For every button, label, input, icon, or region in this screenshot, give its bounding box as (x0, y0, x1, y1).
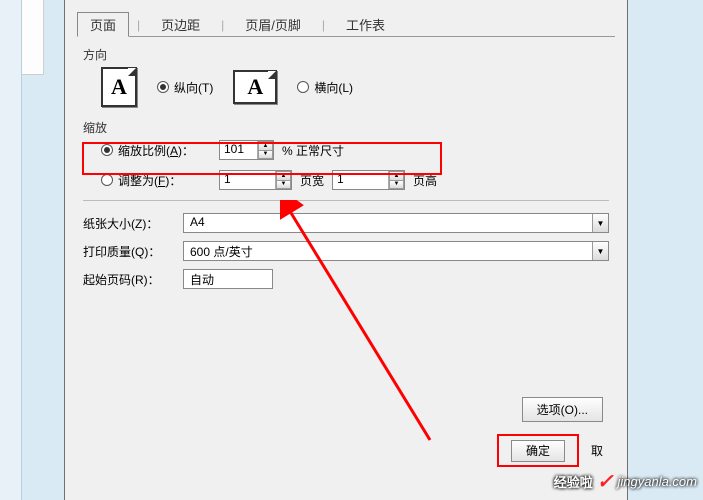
spin-down-icon[interactable]: ▼ (276, 180, 291, 190)
chevron-down-icon[interactable]: ▼ (592, 242, 608, 260)
options-button[interactable]: 选项(O)... (522, 397, 603, 422)
check-icon: ✓ (597, 469, 614, 494)
scale-row: 缩放比例(A)： 101 ▲ ▼ % 正常尺寸 (101, 140, 609, 160)
fit-tall-value[interactable]: 1 (333, 171, 389, 189)
spin-down-icon[interactable]: ▼ (389, 180, 404, 190)
first-page-input[interactable]: 自动 (183, 269, 273, 289)
print-quality-value: 600 点/英寸 (184, 242, 592, 260)
fit-label: 调整为(F)： (118, 172, 181, 189)
landscape-icon: A (233, 70, 277, 104)
fit-wide-suffix: 页宽 (300, 172, 324, 189)
tab-bar: 页面 | 页边距 | 页眉/页脚 | 工作表 (65, 0, 627, 37)
fit-wide-value[interactable]: 1 (220, 171, 276, 189)
scale-suffix: % 正常尺寸 (282, 142, 344, 159)
spin-down-icon[interactable]: ▼ (258, 150, 273, 160)
fit-wide-spin[interactable]: 1 ▲ ▼ (219, 170, 292, 190)
tab-header-footer[interactable]: 页眉/页脚 (232, 12, 314, 37)
scale-value[interactable]: 101 (220, 141, 258, 159)
radio-empty-icon (297, 81, 309, 93)
fit-row: 调整为(F)： 1 ▲ ▼ 页宽 1 ▲ ▼ (101, 170, 609, 190)
scale-label: 缩放比例(A)： (118, 142, 194, 159)
landscape-radio[interactable]: 横向(L) (297, 79, 353, 96)
watermark-logo: 经验啦 (554, 472, 593, 491)
first-page-label: 起始页码(R)： (83, 271, 183, 288)
print-quality-combo[interactable]: 600 点/英寸 ▼ (183, 241, 609, 261)
page-setup-dialog: 页面 | 页边距 | 页眉/页脚 | 工作表 方向 A 纵向(T) A (64, 0, 628, 500)
scale-radio[interactable] (101, 144, 113, 156)
cancel-button-partial[interactable]: 取 (591, 442, 603, 459)
fit-tall-spin[interactable]: 1 ▲ ▼ (332, 170, 405, 190)
paper-size-combo[interactable]: A4 ▼ (183, 213, 609, 233)
fit-tall-suffix: 页高 (413, 172, 437, 189)
tab-margins[interactable]: 页边距 (148, 12, 213, 37)
paper-size-label: 纸张大小(Z)： (83, 215, 183, 232)
portrait-radio[interactable]: 纵向(T) (157, 79, 213, 96)
landscape-label: 横向(L) (314, 79, 353, 96)
tab-page[interactable]: 页面 (77, 12, 129, 37)
portrait-icon: A (101, 67, 137, 107)
ok-highlight: 确定 (497, 434, 579, 467)
fit-radio[interactable] (101, 174, 113, 186)
print-quality-label: 打印质量(Q)： (83, 243, 183, 260)
portrait-label: 纵向(T) (174, 79, 213, 96)
scale-spin[interactable]: 101 ▲ ▼ (219, 140, 274, 160)
chevron-down-icon[interactable]: ▼ (592, 214, 608, 232)
direction-group-label: 方向 (83, 46, 609, 63)
zoom-group-label: 缩放 (83, 119, 609, 136)
radio-dot-icon (157, 81, 169, 93)
ok-button[interactable]: 确定 (511, 440, 565, 462)
paper-size-value: A4 (184, 214, 592, 232)
tab-sheet[interactable]: 工作表 (333, 12, 398, 37)
watermark-site: jingyanla.com (618, 474, 698, 489)
watermark: 经验啦 ✓ jingyanla.com (554, 469, 697, 494)
